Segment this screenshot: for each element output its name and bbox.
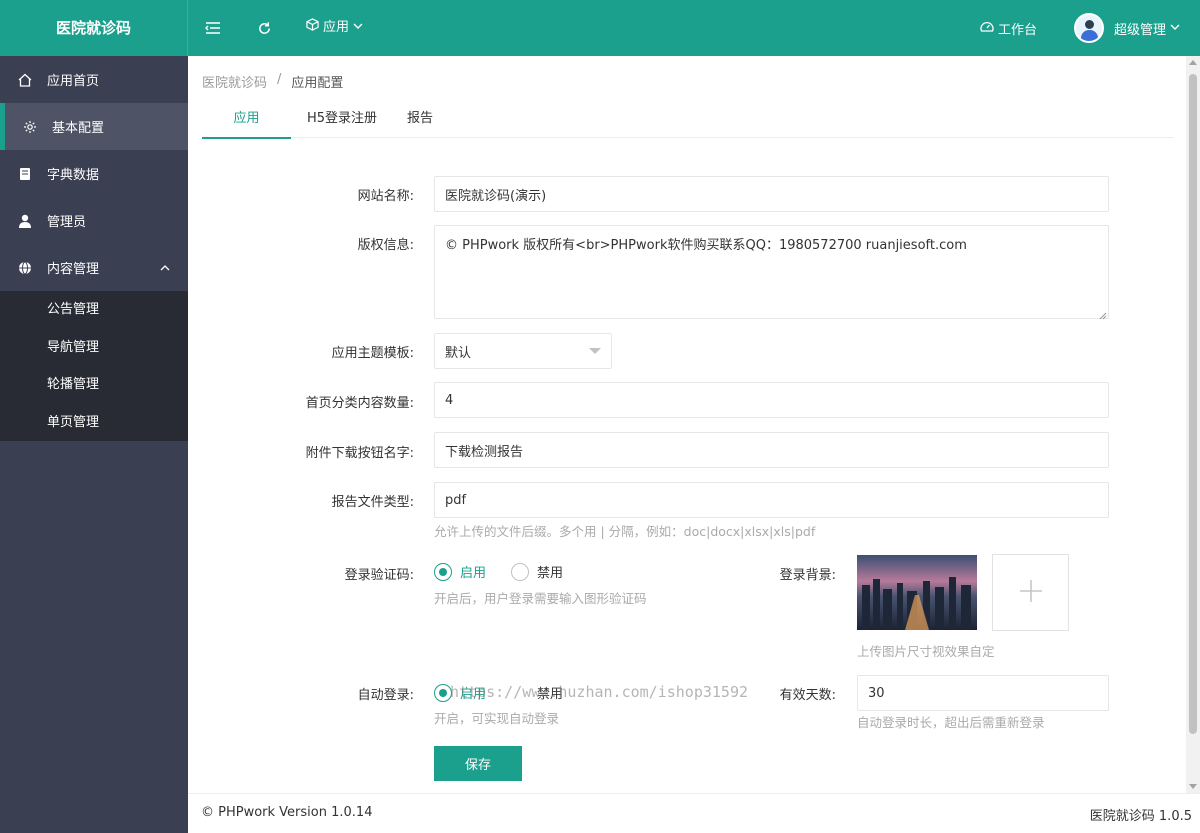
auto-login-hint: 开启，可实现自动登录 <box>434 711 560 726</box>
chevron-down-icon <box>353 0 363 56</box>
globe-icon <box>17 260 33 276</box>
sidebar-item-carousel[interactable]: 轮播管理 <box>0 366 188 404</box>
main-content: 医院就诊码 / 应用配置 应用 H5登录注册 报告 网站名称: 医院就诊码(演示… <box>188 56 1186 793</box>
captcha-on-radio[interactable]: 启用 <box>434 562 486 581</box>
download-btn-label: 附件下载按钮名字: <box>305 446 414 461</box>
breadcrumb-current: 应用配置 <box>291 76 344 91</box>
theme-label: 应用主题模板: <box>331 346 414 361</box>
sidebar-item-content[interactable]: 内容管理 <box>0 244 188 291</box>
user-icon <box>17 213 33 229</box>
user-name: 超级管理 <box>1114 22 1167 38</box>
watermark-text: https://www.huzhan.com/ishop31592 <box>450 683 749 701</box>
site-name-input[interactable]: 医院就诊码(演示) <box>434 176 1109 212</box>
auto-login-label: 自动登录: <box>357 688 414 703</box>
upload-image-button[interactable] <box>992 554 1069 631</box>
footer-app-version: 医院就诊码 1.0.5 <box>1089 809 1192 824</box>
workbench-link[interactable]: 工作台 <box>980 0 1037 56</box>
captcha-hint: 开启后，用户登录需要输入图形验证码 <box>434 591 647 606</box>
home-icon <box>17 72 33 88</box>
radio-indicator <box>511 562 529 581</box>
radio-label: 禁用 <box>537 687 564 702</box>
app-brand[interactable]: 医院就诊码 <box>0 0 188 56</box>
footer-version: © PHPwork Version 1.0.14 <box>201 805 373 820</box>
sidebar-item-label: 内容管理 <box>47 262 100 277</box>
menu-collapse-icon[interactable] <box>203 18 223 38</box>
resize-handle-icon[interactable] <box>1099 309 1107 324</box>
user-menu[interactable]: 超级管理 <box>1074 0 1180 56</box>
sidebar-item-dictionary[interactable]: 字典数据 <box>0 150 188 197</box>
tab-h5-login[interactable]: H5登录注册 <box>291 100 393 138</box>
content-submenu: 公告管理 导航管理 轮播管理 单页管理 <box>0 291 188 441</box>
breadcrumb-root[interactable]: 医院就诊码 <box>202 72 267 91</box>
scroll-up-arrow-icon[interactable] <box>1189 60 1197 65</box>
radio-indicator <box>434 683 452 702</box>
report-type-hint: 允许上传的文件后缀。多个用 | 分隔，例如：doc|docx|xlsx|xls|… <box>434 524 816 539</box>
sidebar-item-label: 字典数据 <box>47 168 100 183</box>
dashboard-icon <box>980 20 994 37</box>
sidebar-item-basic-config[interactable]: 基本配置 <box>0 103 188 150</box>
radio-label: 启用 <box>460 566 487 581</box>
sidebar-item-admin[interactable]: 管理员 <box>0 197 188 244</box>
copyright-label: 版权信息: <box>357 238 414 253</box>
sidebar-item-single-page[interactable]: 单页管理 <box>0 404 188 442</box>
book-icon <box>17 166 33 182</box>
login-bg-hint: 上传图片尺寸视效果自定 <box>857 644 995 659</box>
login-background-thumbnail[interactable] <box>857 555 977 630</box>
tab-app[interactable]: 应用 <box>202 100 291 139</box>
captcha-label: 登录验证码: <box>344 568 414 583</box>
auto-login-off-radio[interactable]: 禁用 <box>511 683 563 702</box>
top-bar: 医院就诊码 应用 工作台 超级管理 <box>0 0 1200 56</box>
tab-bar: 应用 H5登录注册 报告 <box>202 100 1174 139</box>
app-menu-label: 应用 <box>323 20 350 35</box>
tab-report[interactable]: 报告 <box>393 100 447 138</box>
gear-icon <box>22 119 38 135</box>
report-type-label: 报告文件类型: <box>331 495 414 510</box>
login-bg-label: 登录背景: <box>779 568 836 583</box>
home-count-input[interactable]: 4 <box>434 382 1109 418</box>
refresh-icon[interactable] <box>254 18 274 38</box>
theme-select[interactable]: 默认 <box>434 333 612 369</box>
vertical-scrollbar[interactable] <box>1186 56 1200 793</box>
radio-label: 启用 <box>460 687 487 702</box>
report-type-input[interactable]: pdf <box>434 482 1109 518</box>
sidebar-item-navigation[interactable]: 导航管理 <box>0 329 188 367</box>
scrollbar-thumb[interactable] <box>1189 74 1197 734</box>
theme-select-value: 默认 <box>445 345 472 361</box>
app-menu-dropdown[interactable]: 应用 <box>306 0 363 56</box>
scroll-down-arrow-icon[interactable] <box>1189 784 1197 789</box>
auto-login-on-radio[interactable]: 启用 <box>434 683 486 702</box>
chevron-down-icon <box>1170 21 1180 36</box>
breadcrumb-separator: / <box>277 72 282 87</box>
avatar <box>1074 13 1104 43</box>
valid-days-hint: 自动登录时长，超出后需重新登录 <box>857 715 1045 730</box>
sidebar-item-label: 应用首页 <box>47 74 100 89</box>
copyright-textarea[interactable]: © PHPwork 版权所有<br>PHPwork软件购买联系QQ：198057… <box>434 225 1109 319</box>
captcha-off-radio[interactable]: 禁用 <box>511 562 563 581</box>
workbench-label: 工作台 <box>998 22 1038 38</box>
sidebar-item-home[interactable]: 应用首页 <box>0 56 188 103</box>
site-name-label: 网站名称: <box>357 189 414 204</box>
caret-down-icon <box>589 348 601 354</box>
radio-indicator <box>434 562 452 581</box>
sidebar-item-notice[interactable]: 公告管理 <box>0 291 188 329</box>
cube-icon <box>306 0 319 56</box>
valid-days-input[interactable]: 30 <box>857 675 1109 711</box>
sidebar: 应用首页 基本配置 字典数据 管理员 内容管理 公告管理 导航管理 轮播管理 单… <box>0 56 188 833</box>
sidebar-item-label: 基本配置 <box>52 121 105 136</box>
plus-icon <box>1019 579 1043 607</box>
breadcrumb: 医院就诊码 / 应用配置 <box>202 72 343 91</box>
save-button[interactable]: 保存 <box>434 746 522 781</box>
footer: © PHPwork Version 1.0.14 医院就诊码 1.0.5 <box>188 793 1200 833</box>
radio-label: 禁用 <box>537 566 564 581</box>
sidebar-item-label: 管理员 <box>47 215 87 230</box>
chevron-up-icon <box>160 262 170 277</box>
download-btn-input[interactable]: 下载检测报告 <box>434 432 1109 468</box>
home-count-label: 首页分类内容数量: <box>305 396 414 411</box>
valid-days-label: 有效天数: <box>779 688 836 703</box>
